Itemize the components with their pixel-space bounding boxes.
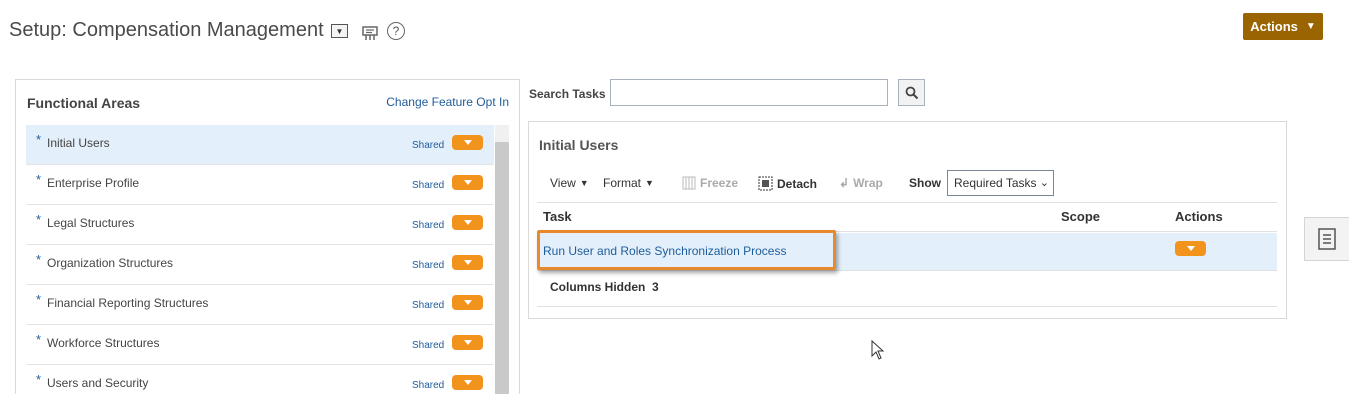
columns-hidden: Columns Hidden 3 — [550, 280, 659, 294]
scrollbar-up-arrow[interactable] — [495, 125, 509, 142]
columns-hidden-count: 3 — [652, 280, 659, 294]
functional-area-label[interactable]: Legal Structures — [47, 216, 134, 230]
scrollbar-thumb[interactable] — [495, 142, 509, 394]
caret-down-icon — [463, 340, 472, 345]
wrap-button[interactable]: ↲ Wrap — [839, 176, 883, 190]
page-title: Setup: Compensation Management — [9, 19, 324, 41]
title-menu-dropdown[interactable]: ▼ — [331, 24, 348, 38]
freeze-icon — [682, 176, 696, 190]
required-star: * — [36, 372, 42, 387]
row-actions-dropdown[interactable] — [452, 135, 483, 150]
shared-link[interactable]: Shared — [412, 380, 444, 391]
detach-icon — [758, 176, 773, 191]
shared-link[interactable]: Shared — [412, 220, 444, 231]
view-menu[interactable]: View ▼ — [550, 176, 589, 190]
caret-down-icon — [463, 220, 472, 225]
wrap-label: Wrap — [853, 176, 883, 190]
task-panel: Initial Users View ▼ Format ▼ Freeze Det… — [528, 121, 1287, 319]
functional-area-item-initial-users[interactable]: * Initial Users Shared — [26, 125, 494, 165]
required-star: * — [36, 212, 42, 227]
view-menu-label: View — [550, 176, 576, 190]
search-button[interactable] — [898, 79, 925, 106]
column-header-task[interactable]: Task — [543, 209, 572, 224]
feedback-icon[interactable] — [361, 24, 379, 42]
columns-hidden-label: Columns Hidden — [550, 280, 646, 294]
wrap-icon: ↲ — [839, 176, 850, 190]
show-select-value: Required Tasks — [954, 176, 1037, 190]
freeze-button[interactable]: Freeze — [682, 176, 738, 190]
caret-down-icon — [463, 260, 472, 265]
freeze-label: Freeze — [700, 176, 739, 190]
caret-down-icon — [463, 180, 472, 185]
caret-down-icon — [463, 380, 472, 385]
shared-link[interactable]: Shared — [412, 260, 444, 271]
required-star: * — [36, 292, 42, 307]
format-menu-label: Format — [603, 176, 642, 190]
task-actions-dropdown[interactable] — [1175, 241, 1206, 256]
functional-area-label[interactable]: Enterprise Profile — [47, 176, 139, 190]
functional-area-label[interactable]: Workforce Structures — [47, 336, 159, 350]
functional-area-label[interactable]: Organization Structures — [47, 256, 173, 270]
chevron-down-icon: ⌄ — [1039, 177, 1049, 189]
row-actions-dropdown[interactable] — [452, 335, 483, 350]
mouse-cursor-icon — [871, 340, 885, 360]
format-menu[interactable]: Format ▼ — [603, 176, 654, 190]
divider — [537, 306, 1277, 307]
table-header: Task Scope Actions — [537, 202, 1277, 232]
detach-button[interactable]: Detach — [758, 176, 817, 191]
caret-down-icon: ▼ — [645, 178, 654, 188]
caret-down-icon — [1186, 246, 1195, 251]
shared-link[interactable]: Shared — [412, 300, 444, 311]
functional-area-item-organization-structures[interactable]: * Organization Structures Shared — [26, 245, 494, 285]
functional-area-item-workforce-structures[interactable]: * Workforce Structures Shared — [26, 325, 494, 365]
caret-down-icon — [463, 140, 472, 145]
actions-button-label: Actions — [1250, 19, 1298, 34]
required-star: * — [36, 132, 42, 147]
shared-link[interactable]: Shared — [412, 180, 444, 191]
required-star: * — [36, 172, 42, 187]
functional-areas-title: Functional Areas — [27, 95, 141, 111]
functional-areas-panel: Functional Areas Change Feature Opt In *… — [15, 79, 520, 394]
functional-areas-list: * Initial Users Shared * Enterprise Prof… — [26, 125, 494, 394]
search-tasks-label: Search Tasks — [529, 87, 606, 101]
table-row[interactable]: Run User and Roles Synchronization Proce… — [537, 233, 1277, 271]
functional-area-item-users-and-security[interactable]: * Users and Security Shared — [26, 365, 494, 394]
show-label: Show — [909, 176, 941, 190]
required-star: * — [36, 332, 42, 347]
caret-down-icon: ▼ — [1305, 21, 1316, 32]
row-actions-dropdown[interactable] — [452, 215, 483, 230]
actions-button[interactable]: Actions ▼ — [1243, 13, 1323, 40]
required-star: * — [36, 252, 42, 267]
shared-link[interactable]: Shared — [412, 140, 444, 151]
row-actions-dropdown[interactable] — [452, 255, 483, 270]
caret-down-icon — [463, 300, 472, 305]
search-icon — [905, 86, 918, 99]
functional-area-label[interactable]: Financial Reporting Structures — [47, 296, 208, 310]
row-actions-dropdown[interactable] — [452, 175, 483, 190]
show-select[interactable]: Required Tasks ⌄ — [947, 170, 1054, 196]
side-panel-tab[interactable] — [1304, 217, 1349, 261]
task-panel-title: Initial Users — [539, 137, 619, 153]
search-tasks-input[interactable] — [610, 79, 888, 106]
functional-area-label[interactable]: Users and Security — [47, 376, 148, 390]
functional-area-item-enterprise-profile[interactable]: * Enterprise Profile Shared — [26, 165, 494, 205]
functional-area-item-legal-structures[interactable]: * Legal Structures Shared — [26, 205, 494, 245]
row-actions-dropdown[interactable] — [452, 295, 483, 310]
shared-link[interactable]: Shared — [412, 340, 444, 351]
functional-area-label[interactable]: Initial Users — [47, 136, 110, 150]
row-actions-dropdown[interactable] — [452, 375, 483, 390]
task-link[interactable]: Run User and Roles Synchronization Proce… — [543, 244, 786, 258]
table-toolbar: View ▼ Format ▼ Freeze Detach ↲ Wrap Sho… — [539, 170, 1277, 196]
help-icon[interactable]: ? — [387, 22, 405, 40]
detach-label: Detach — [777, 176, 818, 191]
caret-down-icon: ▼ — [579, 178, 589, 188]
functional-area-item-financial-reporting-structures[interactable]: * Financial Reporting Structures Shared — [26, 285, 494, 325]
column-header-actions[interactable]: Actions — [1175, 209, 1223, 224]
column-header-scope[interactable]: Scope — [1061, 209, 1100, 224]
document-list-icon — [1318, 228, 1336, 250]
change-feature-opt-in-link[interactable]: Change Feature Opt In — [386, 95, 509, 109]
